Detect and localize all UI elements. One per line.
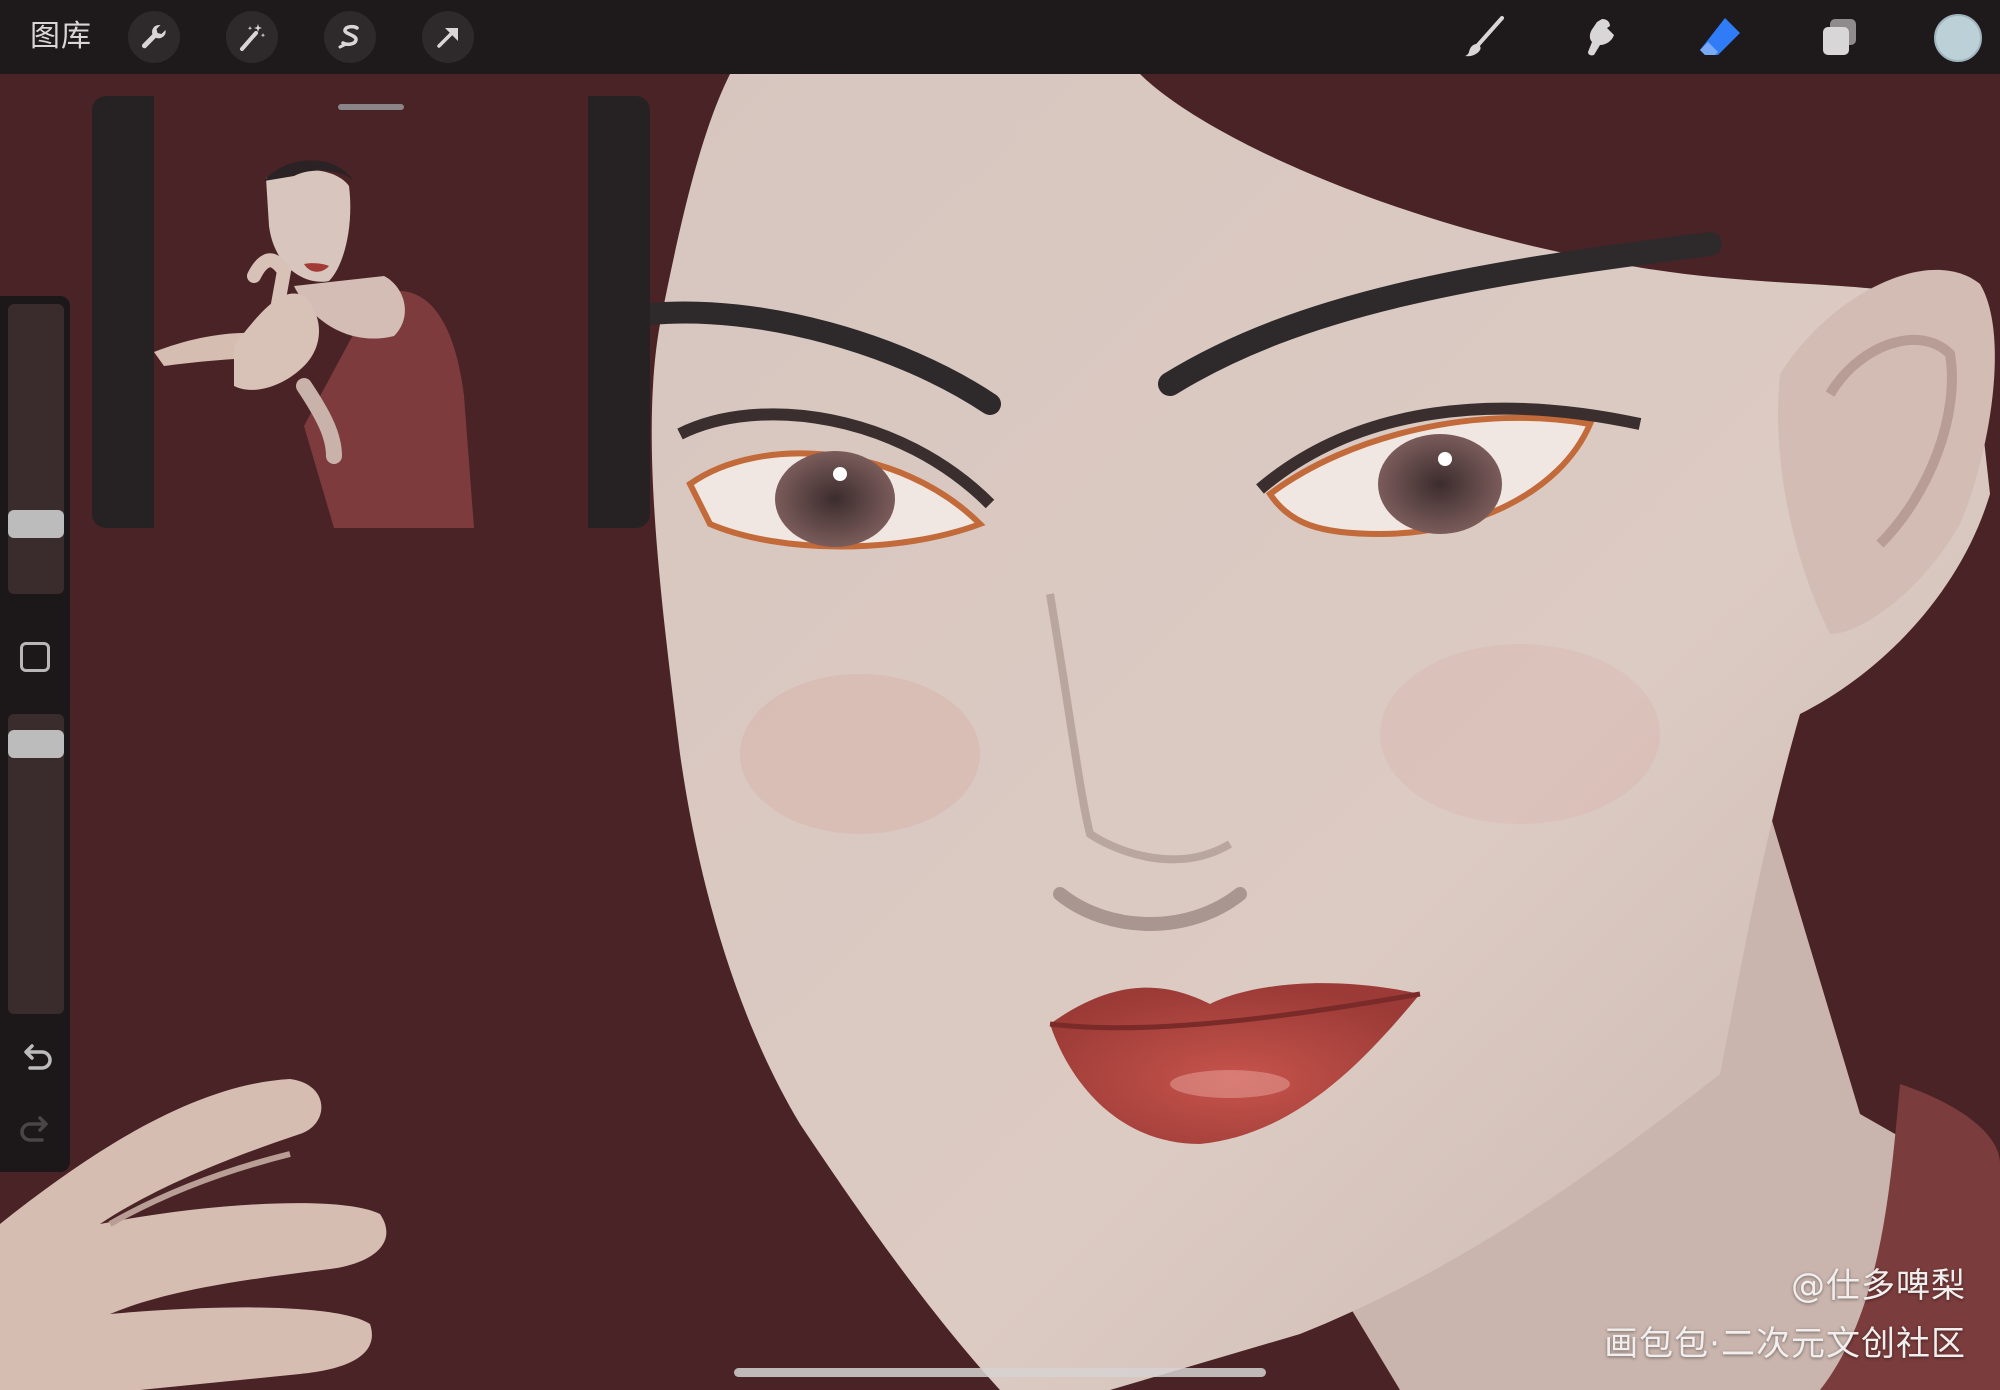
eraser-icon (1700, 18, 1740, 55)
layers-button[interactable] (1812, 12, 1868, 62)
left-sidebar (0, 296, 70, 1172)
modify-button[interactable] (20, 642, 50, 672)
eraser-tool[interactable] (1692, 12, 1748, 62)
brush-tool[interactable] (1456, 12, 1512, 62)
move-arrow-icon (437, 28, 458, 48)
opacity-handle[interactable] (8, 730, 64, 758)
home-indicator[interactable] (734, 1368, 1266, 1377)
selection-button[interactable] (324, 11, 376, 63)
brush-size-slider[interactable] (8, 304, 64, 594)
redo-icon[interactable] (16, 1110, 56, 1150)
smudge-tool[interactable] (1574, 12, 1630, 62)
adjustments-button[interactable] (226, 11, 278, 63)
opacity-slider[interactable] (8, 714, 64, 1014)
reference-image (154, 96, 588, 528)
watermark-author: @仕多啤梨 (1791, 1266, 1966, 1306)
transform-button[interactable] (422, 11, 474, 63)
selection-s-icon (338, 24, 359, 49)
reference-drag-handle[interactable] (338, 104, 404, 110)
magic-wand-icon (240, 24, 266, 51)
top-toolbar: 图库 (0, 0, 2000, 74)
reference-window[interactable] (92, 96, 650, 528)
gallery-button[interactable]: 图库 (30, 20, 92, 54)
watermark-site: 画包包·二次元文创社区 (1604, 1324, 1966, 1364)
brush-icon (1465, 16, 1504, 57)
smudge-icon (1588, 19, 1614, 56)
brush-size-handle[interactable] (8, 510, 64, 538)
actions-button[interactable] (128, 11, 180, 63)
layers-icon (1823, 19, 1856, 55)
undo-icon[interactable] (16, 1038, 56, 1078)
wrench-icon (142, 25, 166, 49)
color-button[interactable] (1934, 14, 1982, 62)
